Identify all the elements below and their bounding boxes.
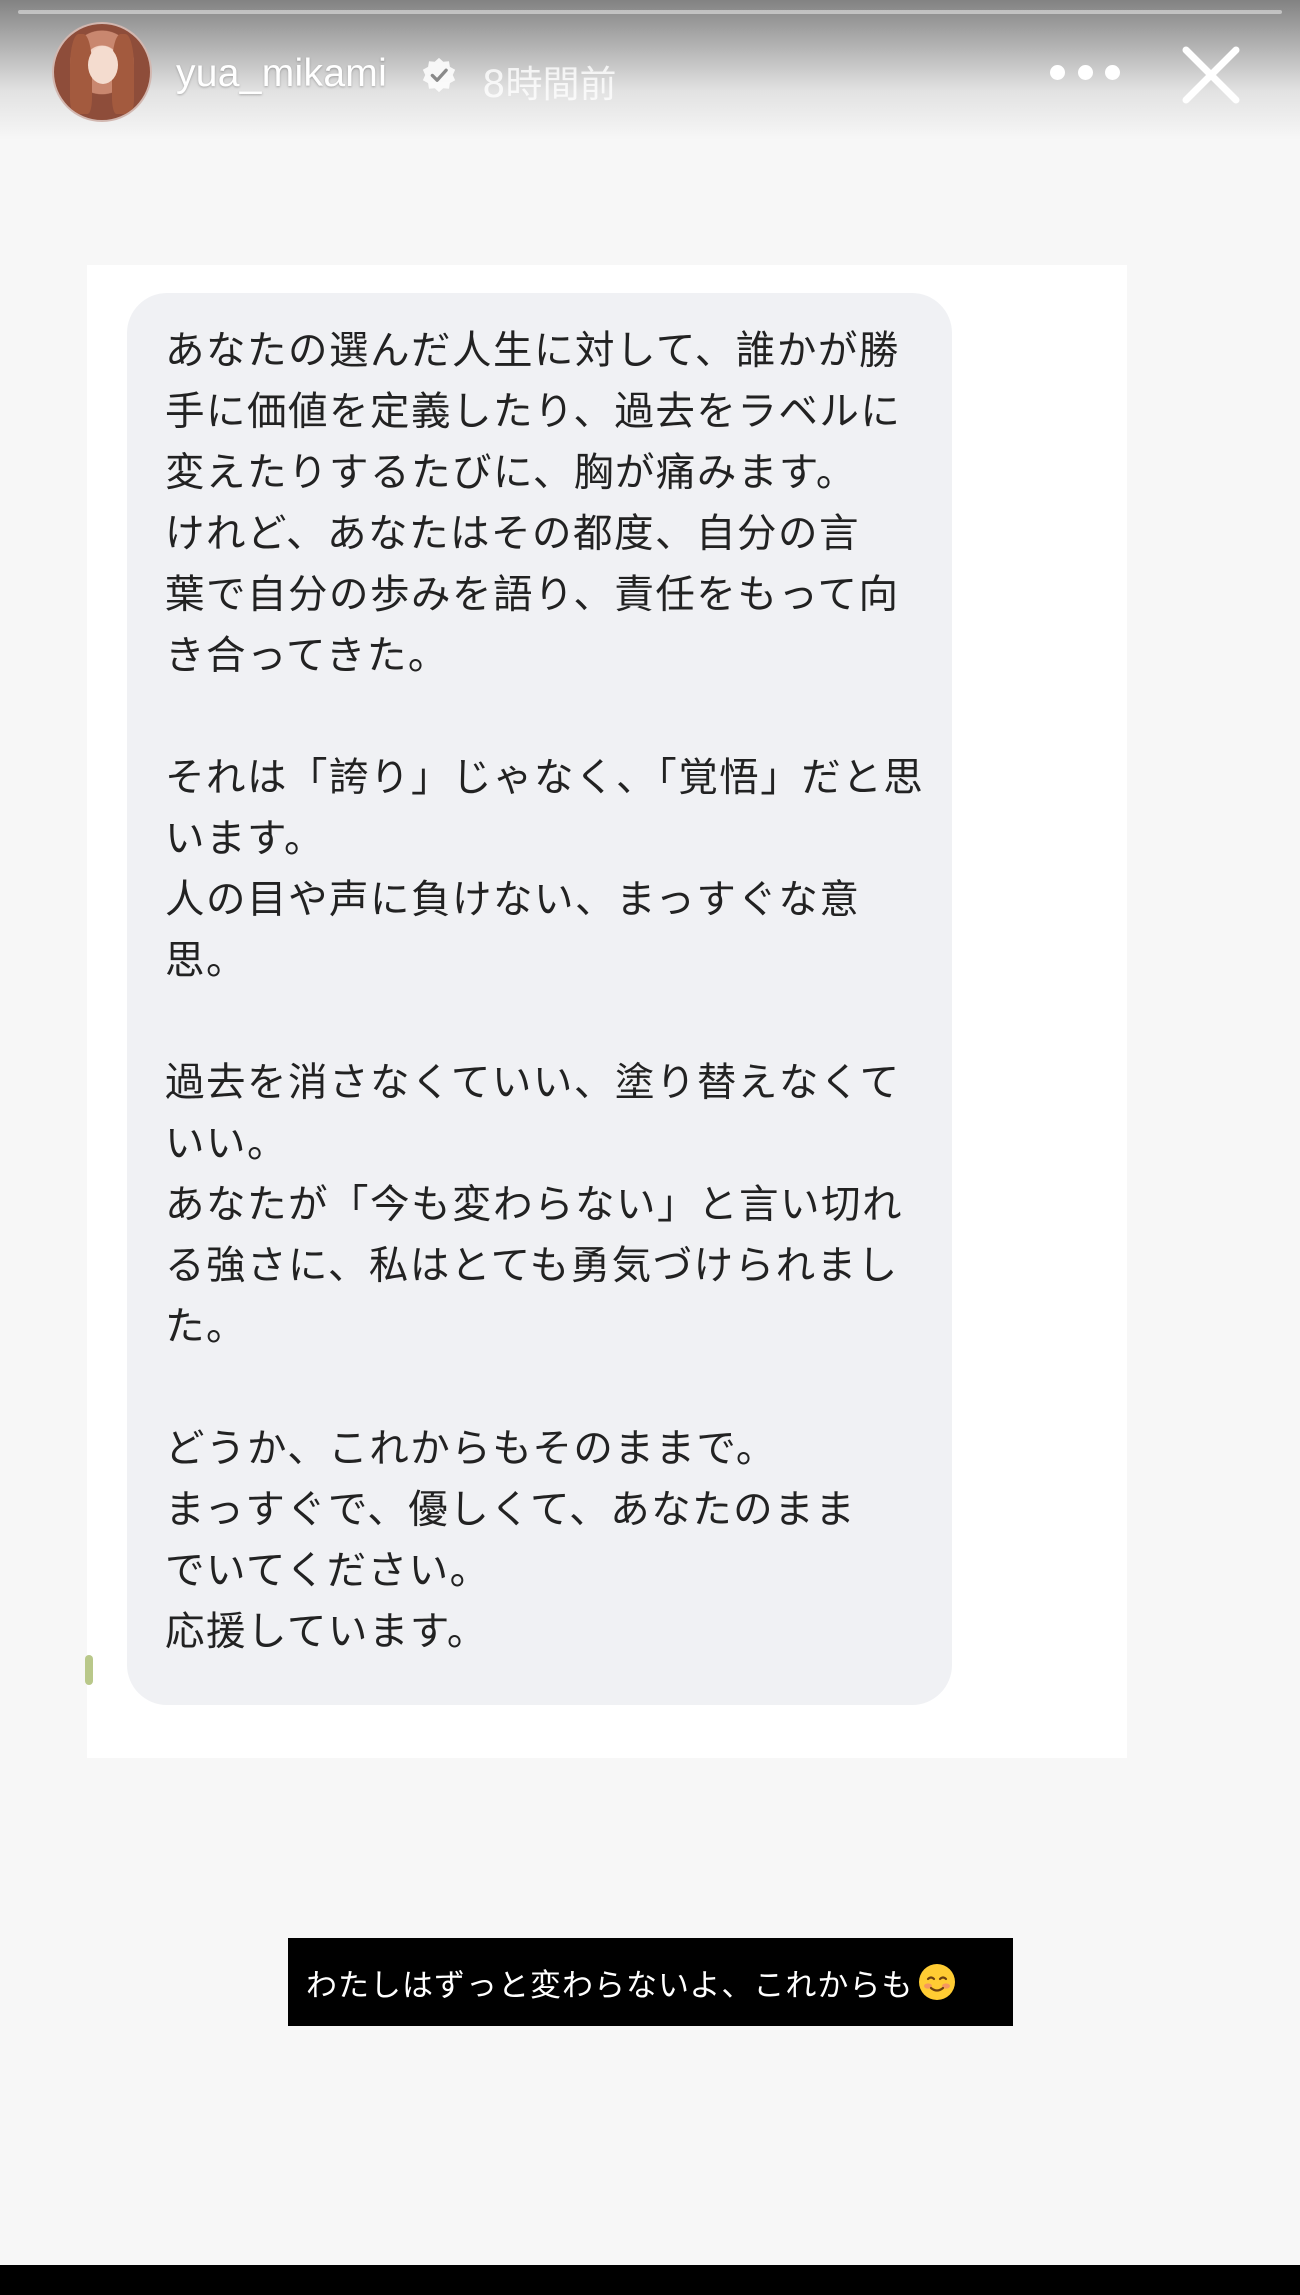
shared-message-screenshot: あなたの選んだ人生に対して、誰かが勝 手に価値を定義したり、過去をラベルに 変え…: [87, 265, 1127, 1758]
avatar[interactable]: [52, 22, 152, 122]
message-text: あなたの選んだ人生に対して、誰かが勝 手に価値を定義したり、過去をラベルに 変え…: [165, 328, 925, 1655]
message-bubble: あなたの選んだ人生に対して、誰かが勝 手に価値を定義したり、過去をラベルに 変え…: [127, 293, 952, 1705]
screenshot-edge-mark: [85, 1655, 93, 1685]
username[interactable]: yua_mikami: [176, 52, 387, 96]
caption-text: わたしはずっと変わらないよ、これからも: [306, 1967, 914, 2004]
post-timestamp: 8時間前: [482, 63, 617, 106]
more-options-icon[interactable]: [1050, 54, 1120, 90]
story-viewer[interactable]: yua_mikami 8時間前 あなたの選んだ人生に対して、誰かが勝 手に価値を…: [0, 0, 1300, 2265]
more-dot: [1077, 64, 1093, 80]
caption-sticker: わたしはずっと変わらないよ、これからも: [288, 1938, 1013, 2026]
verified-badge-icon: [422, 57, 456, 93]
smiling-face-icon: [919, 1964, 956, 2000]
bottom-bar: [0, 2265, 1300, 2295]
close-icon[interactable]: [1176, 40, 1246, 110]
avatar-face: [88, 46, 118, 84]
story-header: yua_mikami 8時間前: [0, 0, 1300, 150]
more-dot: [1105, 64, 1120, 80]
avatar-hair-left: [70, 34, 92, 114]
more-dot: [1050, 64, 1065, 80]
